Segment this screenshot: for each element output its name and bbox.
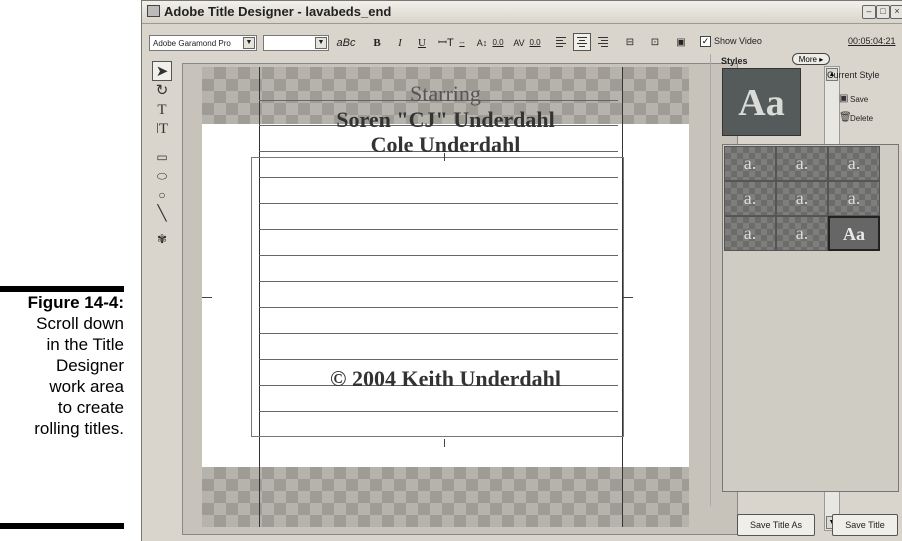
style-swatch[interactable]: a. <box>724 181 776 216</box>
font-size-value[interactable]: -- <box>455 35 469 51</box>
rounded-rectangle-tool-icon[interactable]: ⬭ <box>152 166 172 186</box>
window-title: Adobe Title Designer - lavabeds_end <box>164 4 392 19</box>
line-tool-icon[interactable]: ╲ <box>152 204 172 224</box>
styles-heading: Styles <box>721 56 748 66</box>
center-mark-bottom <box>444 439 445 447</box>
center-mark-right <box>623 297 633 298</box>
save-title-button[interactable]: Save Title <box>832 514 898 536</box>
timecode[interactable]: 00:05:04:21 <box>848 36 896 46</box>
panel-divider <box>710 54 711 506</box>
text-baseline <box>259 307 618 308</box>
text-baseline <box>259 281 618 282</box>
align-right-button[interactable] <box>594 33 612 51</box>
text-baseline <box>259 203 618 204</box>
align-center-button[interactable] <box>573 33 591 51</box>
leading-value[interactable]: 0.0 <box>491 35 505 51</box>
transparency-checker-bottom <box>202 467 689 527</box>
style-swatch[interactable]: a. <box>724 146 776 181</box>
title-work-area[interactable]: Starring Soren "CJ" Underdahl Cole Under… <box>202 67 689 527</box>
save-icon[interactable]: ▣ <box>839 93 848 104</box>
maximize-icon[interactable]: □ <box>876 5 890 19</box>
styles-panel: Styles Aa Current Style ▣ Save 🗑 Delete … <box>715 54 902 504</box>
toolbox: ➤ ↻ T ǀT ▭ ⬭ ○ ╲ ✾ <box>148 61 176 261</box>
text-baseline <box>259 333 618 334</box>
rotation-tool-icon[interactable]: ↻ <box>152 81 172 101</box>
style-swatch[interactable]: a. <box>724 216 776 251</box>
current-style-preview: Aa <box>722 68 801 136</box>
style-swatch[interactable]: a. <box>776 181 828 216</box>
font-select-value: Adobe Garamond Pro <box>153 39 231 48</box>
style-swatch[interactable]: a. <box>828 181 880 216</box>
bold-button[interactable]: B <box>370 35 384 51</box>
close-icon[interactable]: × <box>890 5 902 19</box>
show-video-label: Show Video <box>714 36 762 46</box>
title-bar[interactable]: Adobe Title Designer - lavabeds_end – □ … <box>142 1 902 24</box>
delete-style-button[interactable]: Delete <box>850 114 873 123</box>
style-swatches: a. a. a. a. a. a. a. a. Aa <box>724 146 880 251</box>
action-safe-box <box>251 157 624 437</box>
style-swatch[interactable]: a. <box>776 146 828 181</box>
tab-stops-icon[interactable]: ⊟ <box>623 35 637 51</box>
credit-line-cole[interactable]: Cole Underdahl <box>202 132 689 158</box>
selection-tool-icon[interactable]: ➤ <box>152 61 172 81</box>
leading-icon[interactable]: A↕ <box>476 35 488 51</box>
vertical-type-tool-icon[interactable]: ǀT <box>152 119 172 139</box>
caption-line: to create <box>57 398 124 417</box>
chevron-down-icon[interactable]: ▼ <box>315 37 327 49</box>
align-left-icon <box>556 37 566 47</box>
caption-line: Designer <box>55 356 124 375</box>
caption-line: Scroll down <box>36 314 124 333</box>
text-baseline <box>259 177 618 178</box>
font-select[interactable]: Adobe Garamond Pro ▼ <box>149 35 257 51</box>
font-size-icon[interactable]: ꟷT <box>438 35 454 51</box>
italic-button[interactable]: I <box>393 35 407 51</box>
roll-crawl-icon[interactable]: ▣ <box>674 35 688 51</box>
credit-line-copyright[interactable]: © 2004 Keith Underdahl <box>202 366 689 392</box>
logo-tool-icon[interactable]: ✾ <box>152 229 172 249</box>
chevron-down-icon[interactable]: ▼ <box>243 37 255 49</box>
align-right-icon <box>598 37 608 47</box>
show-video-checkbox[interactable]: ✓ <box>700 36 711 47</box>
minimize-icon[interactable]: – <box>862 5 876 19</box>
rectangle-tool-icon[interactable]: ▭ <box>152 147 172 167</box>
title-designer-window: Adobe Title Designer - lavabeds_end – □ … <box>141 0 902 541</box>
save-style-button[interactable]: Save <box>850 95 868 104</box>
style-swatch-area: a. a. a. a. a. a. a. a. Aa <box>722 144 899 492</box>
caption-rule-top <box>0 286 124 292</box>
current-style-label: Current Style <box>827 70 880 80</box>
caption-line: in the Title <box>46 335 125 354</box>
text-baseline <box>259 411 618 412</box>
figure-caption: Figure 14-4: Scroll down in the Title De… <box>0 286 125 529</box>
template-icon[interactable]: ⊡ <box>648 35 662 51</box>
kerning-value[interactable]: 0.0 <box>528 35 542 51</box>
caption-label: Figure 14-4: <box>27 293 124 312</box>
credit-line-soren[interactable]: Soren "CJ" Underdahl <box>202 107 689 133</box>
caption-rule-bottom <box>0 523 124 529</box>
text-baseline <box>259 359 618 360</box>
underline-button[interactable]: U <box>415 35 429 51</box>
credit-line-starring[interactable]: Starring <box>202 81 689 107</box>
caption-line: rolling titles. <box>34 419 124 438</box>
style-swatch[interactable]: a. <box>828 146 880 181</box>
align-center-icon <box>577 37 587 47</box>
style-swatch-selected[interactable]: Aa <box>828 216 880 251</box>
save-title-as-button[interactable]: Save Title As <box>737 514 815 536</box>
caption-line: work area <box>49 377 124 396</box>
small-caps-button[interactable]: aBc <box>335 35 357 51</box>
font-style-select[interactable]: ▼ <box>263 35 329 51</box>
app-icon <box>147 5 160 17</box>
type-tool-icon[interactable]: T <box>152 100 172 120</box>
ellipse-tool-icon[interactable]: ○ <box>152 185 172 205</box>
center-mark-left <box>202 297 212 298</box>
style-swatch[interactable]: a. <box>776 216 828 251</box>
align-left-button[interactable] <box>552 33 570 51</box>
kerning-icon[interactable]: AV <box>512 35 526 51</box>
text-baseline <box>259 255 618 256</box>
text-baseline <box>259 229 618 230</box>
